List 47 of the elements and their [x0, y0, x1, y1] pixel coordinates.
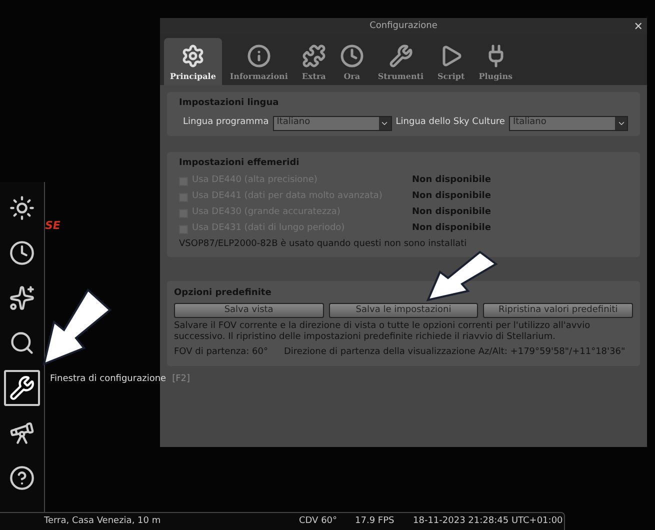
- action-button[interactable]: Ripristina valori predefiniti: [483, 303, 634, 318]
- telescope-icon: [9, 420, 35, 446]
- tab[interactable]: Extra: [296, 38, 332, 85]
- group-title: Opzioni predefinite: [174, 286, 272, 300]
- compass-label: SE: [45, 218, 60, 234]
- status-text: Non disponibile: [412, 174, 491, 188]
- help-icon: [9, 465, 35, 491]
- group-title: Impostazioni lingua: [179, 97, 280, 110]
- note-text: VSOP87/ELP2000-82B è usato quando questi non sono installati: [179, 238, 468, 251]
- tab[interactable]: Principale: [164, 38, 222, 85]
- tooltip-text: Finestra di configurazione: [50, 373, 166, 386]
- sun-icon: [9, 195, 35, 221]
- tab[interactable]: Informazioni: [224, 38, 294, 85]
- wrench-icon: [388, 44, 413, 68]
- field-label: Lingua dello Sky Culture: [396, 116, 505, 130]
- description-text: Salvare il FOV corrente e la direzione di vista o tutte le opzioni correnti per l'utilizzo all'avvio successivo. Il ripristino delle impostazioni predefinite richiede il riavvio di Stellarium.: [174, 321, 592, 343]
- tab[interactable]: Plugins: [472, 38, 519, 85]
- direction-text: Direzione di partenza della visualizzazione Az/Alt: +179°59'58"/+11°18'36": [284, 346, 626, 359]
- status-text: Non disponibile: [412, 222, 491, 236]
- toolbar-button[interactable]: [4, 370, 40, 406]
- action-button[interactable]: Salva vista: [174, 303, 324, 318]
- gear-icon: [180, 44, 205, 68]
- tab[interactable]: Strumenti: [372, 38, 430, 85]
- sparkles-icon: [9, 285, 35, 311]
- puzzle-icon: [302, 44, 326, 68]
- language-dropdown[interactable]: Italiano: [508, 116, 628, 130]
- datetime-text: 18-11-2023 21:28:45 UTC+01:00: [413, 514, 563, 528]
- status-text: Non disponibile: [412, 206, 491, 220]
- close-button[interactable]: ✕: [634, 18, 643, 35]
- clock-icon: [9, 240, 35, 266]
- search-icon: [9, 330, 35, 356]
- location-text: Terra, Casa Venezia, 10 m: [44, 514, 162, 528]
- action-button[interactable]: Salva le impostazioni: [328, 303, 478, 318]
- settings-icon: [9, 375, 35, 401]
- language-dropdown[interactable]: Italiano: [272, 116, 392, 130]
- window-title: Configurazione: [370, 20, 438, 33]
- fps-text: 17.9 FPS: [355, 514, 396, 528]
- fov-text: FOV di partenza: 60°: [174, 346, 268, 359]
- group-title: Impostazioni effemeridi: [179, 156, 300, 170]
- fov-text: CDV 60°: [299, 514, 338, 528]
- shortcut-text: [F2]: [172, 373, 190, 386]
- tab[interactable]: Script: [432, 38, 471, 85]
- status-text: Non disponibile: [412, 190, 491, 204]
- field-label: Lingua programma: [183, 116, 269, 130]
- clock-icon: [340, 44, 364, 68]
- tab[interactable]: Ora: [334, 38, 370, 85]
- info-icon: [246, 44, 271, 68]
